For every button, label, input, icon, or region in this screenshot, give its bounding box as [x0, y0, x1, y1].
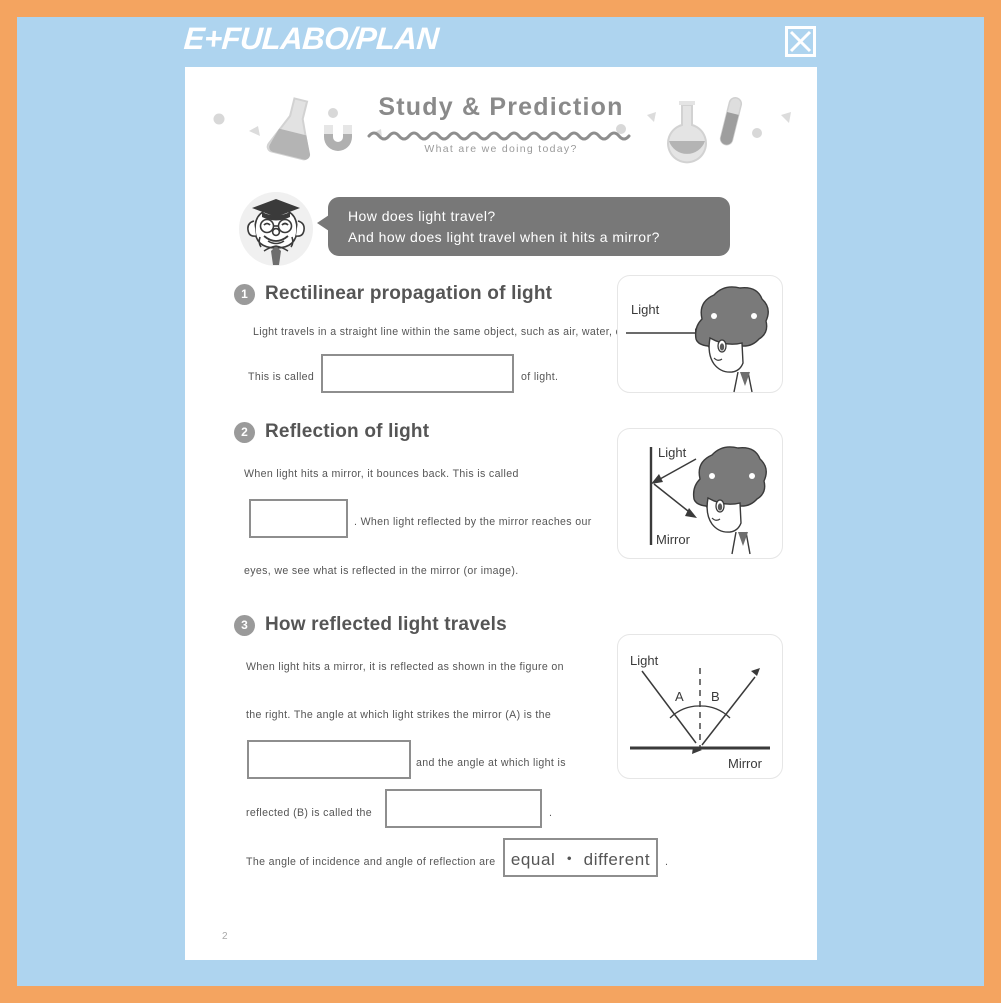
section-1-badge: 1 [234, 283, 255, 305]
worksheet-header: Study & Prediction What are we doing tod… [185, 91, 817, 183]
app-window: E+FULABO/PLAN Study & Prediction What ar… [17, 17, 984, 986]
title-wave-divider [367, 131, 631, 141]
figure-3-angle-b-label: B [711, 689, 720, 704]
speech-bubble-line-1: How does light travel? [348, 208, 496, 224]
speech-bubble: How does light travel? And how does ligh… [317, 197, 730, 256]
child-face-profile-icon [692, 446, 767, 555]
child-face-profile-icon [694, 286, 769, 393]
angle-of-reflection-diagram: Light Mirror A B [630, 653, 770, 771]
figure-3-mirror-label: Mirror [728, 756, 763, 771]
section-2-line-3: eyes, we see what is reflected in the mi… [244, 565, 519, 577]
angle-of-reflection-figure: Light Mirror A B [617, 634, 783, 779]
section-3: 3 How reflected light travels When light… [185, 614, 817, 884]
section-1-title: Rectilinear propagation of light [265, 283, 553, 304]
section-3-choice-box[interactable]: equal ・ different [503, 838, 658, 877]
figure-3-light-label: Light [630, 653, 659, 668]
figure-1-light-label: Light [631, 302, 660, 317]
section-2-answer-box[interactable] [249, 499, 348, 538]
mirror-reflection-figure: Light Mirror [617, 428, 783, 559]
section-3-period-1: . [549, 807, 553, 819]
section-3-line-1: When light hits a mirror, it is reflecte… [246, 661, 564, 673]
close-button[interactable] [785, 26, 816, 57]
figure-2-mirror-label: Mirror [656, 532, 691, 547]
worksheet-title: Study & Prediction [378, 93, 624, 121]
close-x-icon [789, 30, 812, 53]
section-2-badge: 2 [234, 421, 255, 443]
section-1-fill-before: This is called [248, 371, 315, 383]
section-2: 2 Reflection of light When light hits a … [185, 421, 817, 614]
worksheet-page: Study & Prediction What are we doing tod… [185, 67, 817, 960]
section-2-title: Reflection of light [265, 421, 430, 442]
section-3-heading: 3 How reflected light travels [234, 614, 817, 636]
section-3-line-2: the right. The angle at which light stri… [246, 709, 552, 721]
section-2-line-2: . When light reflected by the mirror rea… [354, 516, 592, 528]
section-3-line-4: reflected (B) is called the [246, 807, 373, 819]
figure-3-angle-a-label: A [675, 689, 684, 704]
light-hits-face-diagram: Light [626, 286, 769, 393]
worksheet-subtitle: What are we doing today? [424, 143, 578, 155]
section-1-lead-text: Light travels in a straight line within … [253, 326, 659, 338]
speech-bubble-line-2: And how does light travel when it hits a… [348, 229, 660, 245]
intro-row: How does light travel? And how does ligh… [185, 191, 817, 271]
section-3-line-6: The angle of incidence and angle of refl… [246, 856, 496, 868]
section-3-answer-box-2[interactable] [385, 789, 542, 828]
app-title: E+FULABO/PLAN [182, 21, 440, 56]
section-3-answer-box-1[interactable] [247, 740, 411, 779]
section-2-line-1: When light hits a mirror, it bounces bac… [244, 468, 519, 480]
mirror-reflection-diagram: Light Mirror [649, 445, 767, 555]
section-3-badge: 3 [234, 614, 255, 636]
section-1-answer-box[interactable] [321, 354, 514, 393]
section-3-choice-text: equal ・ different [510, 850, 651, 869]
light-hits-face-figure: Light [617, 275, 783, 393]
figure-2-light-label: Light [658, 445, 687, 460]
section-3-line-3: and the angle at which light is [416, 757, 566, 769]
professor-avatar-icon [239, 192, 313, 266]
title-bar: E+FULABO/PLAN [17, 17, 984, 67]
section-1: 1 Rectilinear propagation of light Light… [185, 271, 817, 421]
page-number: 2 [222, 931, 228, 942]
section-1-fill-after: of light. [521, 371, 559, 383]
section-3-period-2: . [665, 856, 669, 868]
section-3-title: How reflected light travels [265, 614, 507, 635]
